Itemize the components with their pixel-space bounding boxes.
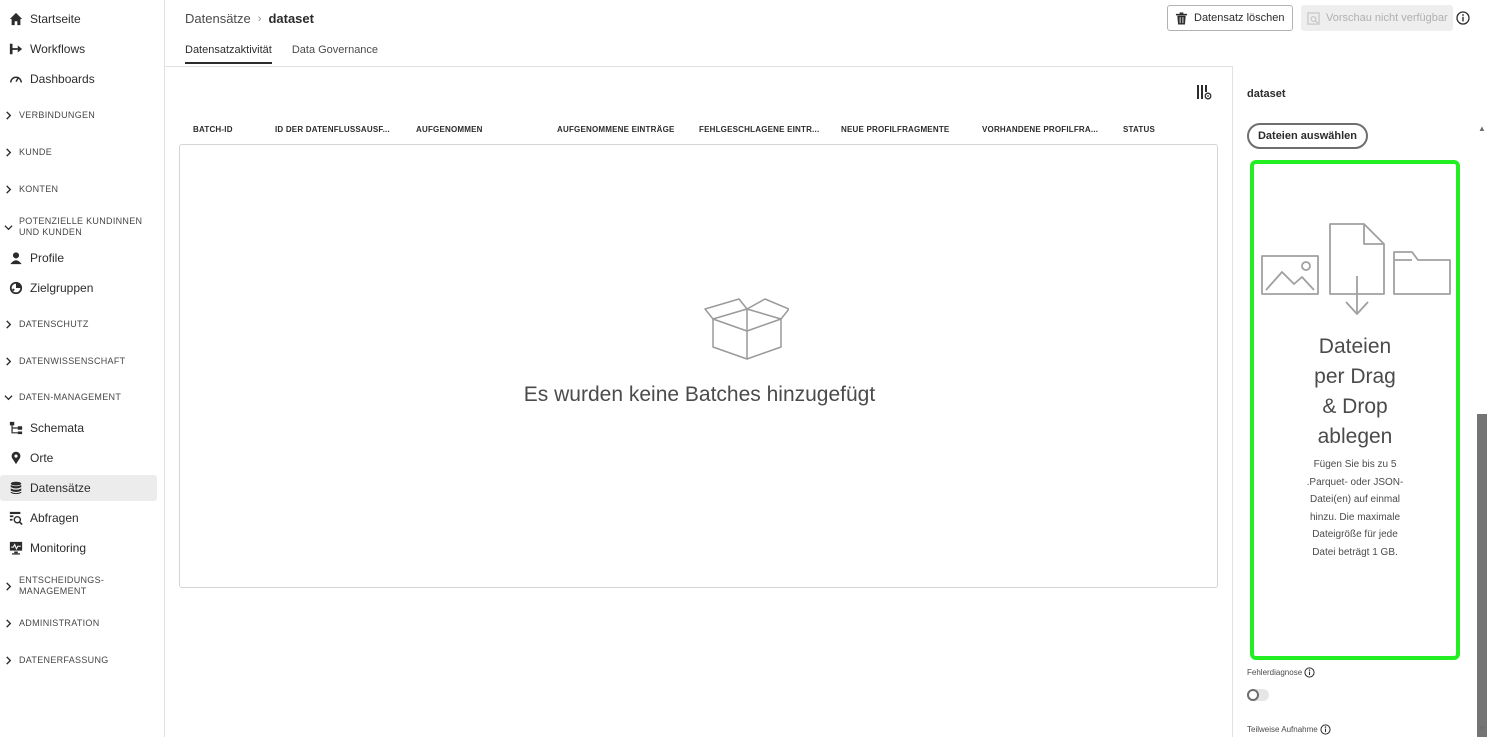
dropzone-illustration-icon	[1261, 223, 1451, 315]
column-settings-icon[interactable]	[1196, 84, 1212, 100]
chevron-down-icon	[4, 393, 16, 402]
tab-datensatzaktivitaet[interactable]: Datensatzaktivität	[185, 44, 272, 64]
chevron-right-icon	[4, 581, 16, 591]
empty-state-message: Es wurden keine Batches hinzugefügt	[523, 383, 876, 406]
monitoring-icon	[8, 540, 24, 556]
sidebar-item-dashboards[interactable]: Dashboards	[0, 66, 157, 92]
workflow-icon	[8, 41, 24, 57]
sidebar-item-schemata[interactable]: Schemata	[0, 415, 157, 441]
breadcrumb-current: dataset	[268, 11, 314, 26]
sidebar-item-label: Monitoring	[30, 541, 87, 555]
sidebar-item-label: Profile	[30, 251, 65, 265]
left-navigation: Startseite Workflows Dashboards VERBINDU…	[0, 0, 165, 737]
scrollbar-thumb[interactable]	[1477, 414, 1487, 737]
sidebar-section-entscheidungs-management[interactable]: ENTSCHEIDUNGS-MANAGEMENT	[0, 575, 157, 597]
preview-label: Vorschau nicht verfügbar	[1326, 12, 1448, 24]
scroll-up-icon[interactable]: ▲	[1478, 124, 1486, 133]
sidebar-item-abfragen[interactable]: Abfragen	[0, 505, 157, 531]
trash-icon	[1175, 11, 1188, 25]
breadcrumb: Datensätze › dataset	[185, 11, 314, 26]
error-diagnostics-toggle[interactable]	[1247, 689, 1269, 701]
preview-button[interactable]: Vorschau nicht verfügbar	[1301, 5, 1453, 31]
sidebar-item-label: Datensätze	[30, 481, 91, 495]
chevron-down-icon	[4, 223, 16, 232]
query-icon	[8, 510, 24, 526]
schema-icon	[8, 420, 24, 436]
dropzone-heading: Dateien per Drag & Drop ablegen	[1314, 335, 1396, 448]
sidebar-item-workflows[interactable]: Workflows	[0, 36, 157, 62]
sidebar-item-label: Orte	[30, 451, 54, 465]
scroll-down-icon[interactable]: ▼	[1478, 724, 1486, 733]
sidebar-section-datenwissenschaft[interactable]: DATENWISSENSCHAFT	[0, 356, 157, 367]
info-icon[interactable]	[1304, 667, 1315, 678]
sidebar-section-kunde[interactable]: KUNDE	[0, 147, 157, 158]
sidebar-item-label: Abfragen	[30, 511, 79, 525]
chevron-right-icon	[4, 357, 16, 366]
sidebar-section-konten[interactable]: KONTEN	[0, 184, 157, 195]
sidebar-section-daten-management[interactable]: DATEN-MANAGEMENT	[0, 392, 157, 403]
info-icon[interactable]	[1320, 724, 1331, 735]
tab-data-governance[interactable]: Data Governance	[292, 44, 378, 64]
partial-ingestion-label: Teilweise Aufnahme	[1247, 724, 1331, 735]
delete-dataset-button[interactable]: Datensatz löschen	[1167, 5, 1293, 31]
sidebar-item-label: Schemata	[30, 421, 85, 435]
error-diagnostics-label: Fehlerdiagnose	[1247, 667, 1315, 678]
choose-files-button[interactable]: Dateien auswählen	[1247, 123, 1368, 149]
location-pin-icon	[8, 450, 24, 466]
preview-icon	[1307, 11, 1320, 25]
toggle-knob	[1247, 689, 1259, 701]
chevron-right-icon	[4, 148, 16, 157]
chevron-right-icon	[4, 656, 16, 665]
database-icon	[8, 480, 24, 496]
segment-icon	[8, 280, 24, 296]
sidebar-item-label: Workflows	[30, 42, 86, 56]
sidebar-item-datensaetze[interactable]: Datensätze	[0, 475, 157, 501]
sidebar-item-label: Dashboards	[30, 72, 95, 86]
column-header-new-profile-fragments[interactable]: NEUE PROFILFRAGMENTE	[841, 125, 949, 134]
sidebar-section-datenerfassung[interactable]: DATENERFASSUNG	[0, 655, 157, 666]
breadcrumb-parent-link[interactable]: Datensätze	[185, 11, 251, 26]
panel-title: dataset	[1247, 88, 1286, 100]
column-header-batch-id[interactable]: BATCH-ID	[193, 125, 233, 134]
breadcrumb-separator-icon: ›	[257, 12, 262, 25]
sidebar-item-startseite[interactable]: Startseite	[0, 6, 157, 32]
chevron-right-icon	[4, 619, 16, 628]
dropzone-description: Fügen Sie bis zu 5 .Parquet- oder JSON-D…	[1306, 459, 1404, 558]
column-header-ingested[interactable]: AUFGENOMMEN	[416, 125, 483, 134]
chevron-right-icon	[4, 320, 16, 329]
sidebar-section-potenzielle-kunden[interactable]: POTENZIELLE KUNDINNEN UND KUNDEN	[0, 216, 157, 238]
sidebar-item-zielgruppen[interactable]: Zielgruppen	[0, 275, 157, 301]
sidebar-section-administration[interactable]: ADMINISTRATION	[0, 618, 157, 629]
chevron-right-icon	[4, 185, 16, 194]
sidebar-item-label: Startseite	[30, 12, 81, 26]
column-header-existing-profile-fragments[interactable]: VORHANDENE PROFILFRA...	[982, 125, 1098, 134]
batch-table: Es wurden keine Batches hinzugefügt	[179, 144, 1218, 588]
file-dropzone[interactable]: Dateien per Drag & Drop ablegen Fügen Si…	[1250, 160, 1460, 660]
column-header-dataflow-run-id[interactable]: ID DER DATENFLUSSAUSF...	[275, 125, 390, 134]
delete-dataset-label: Datensatz löschen	[1194, 12, 1285, 24]
sidebar-item-monitoring[interactable]: Monitoring	[0, 535, 157, 561]
empty-box-icon	[704, 298, 789, 360]
sidebar-section-verbindungen[interactable]: VERBINDUNGEN	[0, 110, 157, 121]
dashboard-icon	[8, 71, 24, 87]
tab-bar: Datensatzaktivität Data Governance	[185, 44, 398, 64]
chevron-right-icon	[4, 111, 16, 120]
sidebar-item-orte[interactable]: Orte	[0, 445, 157, 471]
user-icon	[8, 250, 24, 266]
sidebar-section-datenschutz[interactable]: DATENSCHUTZ	[0, 319, 157, 330]
dataset-side-panel: dataset Dateien auswählen Dateien per Dr…	[1232, 66, 1487, 737]
panel-scrollbar[interactable]: ▲ ▼	[1477, 124, 1487, 737]
column-header-status[interactable]: STATUS	[1123, 125, 1155, 134]
column-header-failed-records[interactable]: FEHLGESCHLAGENE EINTR...	[699, 125, 819, 134]
column-header-ingested-records[interactable]: AUFGENOMMENE EINTRÄGE	[557, 125, 675, 134]
info-icon[interactable]	[1456, 11, 1470, 25]
home-icon	[8, 11, 24, 27]
sidebar-item-label: Zielgruppen	[30, 281, 94, 295]
sidebar-item-profile[interactable]: Profile	[0, 245, 157, 271]
